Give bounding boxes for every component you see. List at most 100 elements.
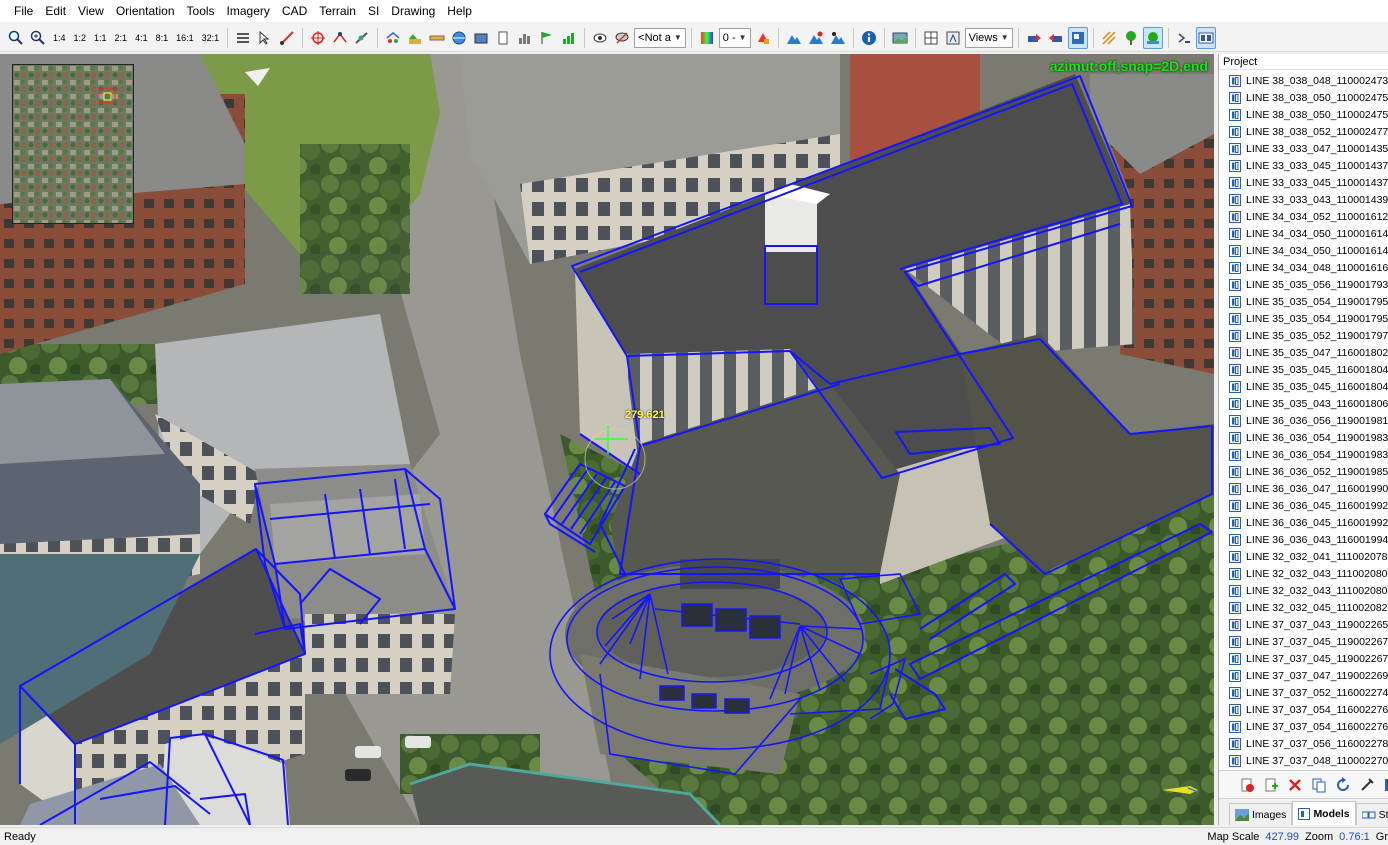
globe-icon[interactable]	[449, 27, 469, 49]
menu-drawing[interactable]: Drawing	[385, 0, 441, 22]
zoom-1-4[interactable]: 1:4	[50, 27, 69, 49]
chart-icon[interactable]	[559, 27, 579, 49]
list-item[interactable]: LINE 35_035_045_116001804-	[1219, 361, 1388, 378]
panel-options-icon[interactable]	[1381, 775, 1388, 795]
mountain-icon[interactable]	[784, 27, 804, 49]
list-item[interactable]: LINE 37_037_045_119002267-	[1219, 650, 1388, 667]
list-item[interactable]: LINE 37_037_045_119002267-	[1219, 633, 1388, 650]
mountain-edit-icon[interactable]	[806, 27, 826, 49]
info-icon[interactable]	[859, 27, 879, 49]
list-item[interactable]: LINE 38_038_052_110002477-	[1219, 123, 1388, 140]
document-icon[interactable]	[493, 27, 513, 49]
list-item[interactable]: LINE 35_035_052_119001797-	[1219, 327, 1388, 344]
model-export-icon[interactable]	[1046, 27, 1066, 49]
list-item[interactable]: LINE 37_037_048_110002270-	[1219, 752, 1388, 769]
mountain-measure-icon[interactable]	[828, 27, 848, 49]
menu-help[interactable]: Help	[441, 0, 478, 22]
stereo-icon[interactable]	[383, 27, 403, 49]
list-item[interactable]: LINE 37_037_052_116002274-	[1219, 684, 1388, 701]
list-item[interactable]: LINE 35_035_047_116001802-	[1219, 344, 1388, 361]
aerial-scene[interactable]	[0, 54, 1214, 825]
cursor-tool-icon[interactable]	[255, 27, 275, 49]
list-item[interactable]: LINE 34_034_052_110001612-	[1219, 208, 1388, 225]
eye-icon[interactable]	[590, 27, 610, 49]
stereo-viewport[interactable]: azimut:off,snap=2D,end 279.621	[0, 54, 1214, 825]
snap-icon[interactable]	[330, 27, 350, 49]
map-tree-icon[interactable]	[1142, 26, 1163, 49]
list-item[interactable]: LINE 36_036_054_119001983-	[1219, 429, 1388, 446]
list-item[interactable]: LINE 33_033_043_110001439-	[1219, 191, 1388, 208]
list-item[interactable]: LINE 32_032_041_111002078-	[1219, 548, 1388, 565]
zoom-4-1[interactable]: 4:1	[132, 27, 151, 49]
measure-icon[interactable]	[277, 27, 297, 49]
views-select[interactable]: Views ▼	[964, 27, 1013, 48]
histogram-icon[interactable]	[515, 27, 535, 49]
list-item[interactable]: LINE 36_036_056_119001981-	[1219, 412, 1388, 429]
menu-si[interactable]: SI	[362, 0, 385, 22]
list-item[interactable]: LINE 34_034_050_110001614-	[1219, 242, 1388, 259]
window-tile-icon[interactable]	[1195, 26, 1216, 49]
script-icon[interactable]	[1174, 27, 1194, 49]
menu-terrain[interactable]: Terrain	[313, 0, 362, 22]
color-icon[interactable]	[697, 27, 717, 49]
list-icon[interactable]	[233, 27, 253, 49]
list-item[interactable]: LINE 38_038_050_110002475-	[1219, 106, 1388, 123]
copy-model-icon[interactable]	[1309, 775, 1329, 795]
paint-icon[interactable]	[753, 27, 773, 49]
menu-view[interactable]: View	[72, 0, 110, 22]
ruler-icon[interactable]	[427, 27, 447, 49]
tab-images[interactable]: Images	[1229, 803, 1293, 825]
overview-map[interactable]	[12, 64, 134, 224]
menu-tools[interactable]: Tools	[181, 0, 221, 22]
zoom-8-1[interactable]: 8:1	[153, 27, 172, 49]
level-select[interactable]: 0 - ▼	[718, 27, 751, 48]
list-item[interactable]: LINE 37_037_047_119002269-	[1219, 667, 1388, 684]
list-item[interactable]: LINE 38_038_050_110002475-	[1219, 89, 1388, 106]
list-item[interactable]: LINE 36_036_047_116001990-	[1219, 480, 1388, 497]
list-item[interactable]: LINE 37_037_056_116002278-	[1219, 735, 1388, 752]
list-item[interactable]: LINE 37_037_054_116002276-	[1219, 701, 1388, 718]
list-item[interactable]: LINE 34_034_050_110001614-	[1219, 225, 1388, 242]
zoom-window-icon[interactable]	[28, 27, 48, 49]
zoom-1-2[interactable]: 1:2	[71, 27, 90, 49]
list-item[interactable]: LINE 35_035_054_119001795-	[1219, 310, 1388, 327]
menu-file[interactable]: File	[8, 0, 39, 22]
list-item[interactable]: LINE 35_035_054_119001795-	[1219, 293, 1388, 310]
list-item[interactable]: LINE 33_033_047_110001435-	[1219, 140, 1388, 157]
grid-icon[interactable]	[921, 27, 941, 49]
menu-imagery[interactable]: Imagery	[221, 0, 276, 22]
list-item[interactable]: LINE 36_036_043_116001994-	[1219, 531, 1388, 548]
view-manage-icon[interactable]	[943, 27, 963, 49]
list-item[interactable]: LINE 35_035_045_116001804-	[1219, 378, 1388, 395]
refresh-icon[interactable]	[1333, 775, 1353, 795]
hatch-icon[interactable]	[1099, 27, 1119, 49]
project-model-list[interactable]: LINE 38_038_048_110002473- LINE 38_038_05…	[1219, 72, 1388, 772]
zoom-2-1[interactable]: 2:1	[112, 27, 131, 49]
list-item[interactable]: LINE 33_033_045_110001437-	[1219, 157, 1388, 174]
list-item[interactable]: LINE 37_037_043_119002265-	[1219, 616, 1388, 633]
list-item[interactable]: LINE 32_032_045_111002082-	[1219, 599, 1388, 616]
layer-filter-select[interactable]: <Not a ▼	[634, 27, 686, 48]
crosshair-icon[interactable]	[308, 27, 328, 49]
menu-orientation[interactable]: Orientation	[110, 0, 181, 22]
tree-icon[interactable]	[1121, 27, 1141, 49]
list-item[interactable]: LINE 35_035_043_116001806-	[1219, 395, 1388, 412]
model-import-icon[interactable]	[1024, 27, 1044, 49]
list-item[interactable]: LINE 36_036_054_119001983-	[1219, 446, 1388, 463]
add-model-icon[interactable]	[1261, 775, 1281, 795]
list-item[interactable]: LINE 37_037_054_116002276-	[1219, 718, 1388, 735]
tab-st[interactable]: St	[1355, 803, 1388, 825]
delete-model-icon[interactable]	[1237, 775, 1257, 795]
list-item[interactable]: LINE 34_034_048_110001616-	[1219, 259, 1388, 276]
menu-edit[interactable]: Edit	[39, 0, 72, 22]
list-item[interactable]: LINE 36_036_045_116001992-	[1219, 497, 1388, 514]
list-item[interactable]: LINE 38_038_048_110002473-	[1219, 72, 1388, 89]
model-view-icon[interactable]	[1067, 26, 1088, 49]
list-item[interactable]: LINE 36_036_045_116001992-	[1219, 514, 1388, 531]
menu-cad[interactable]: CAD	[276, 0, 313, 22]
layer-icon[interactable]	[471, 27, 491, 49]
zoom-16-1[interactable]: 16:1	[173, 27, 197, 49]
tab-models[interactable]: Models	[1292, 801, 1356, 825]
zoom-32-1[interactable]: 32:1	[199, 27, 223, 49]
list-item[interactable]: LINE 36_036_052_119001985-	[1219, 463, 1388, 480]
